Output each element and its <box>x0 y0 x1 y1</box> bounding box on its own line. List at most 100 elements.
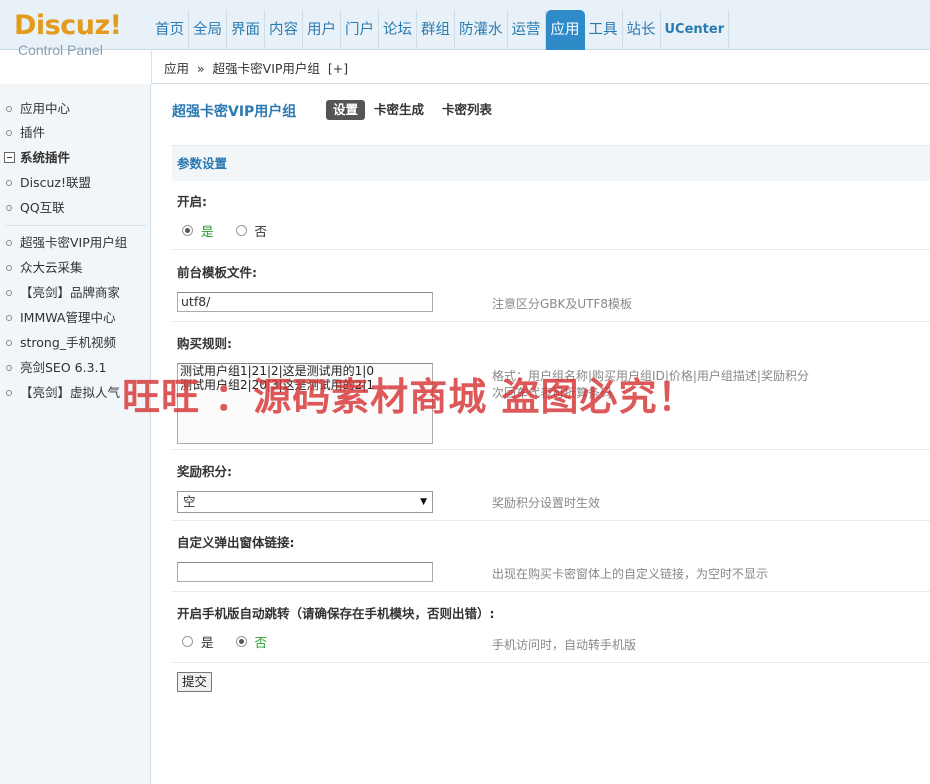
enable-yes-radio[interactable] <box>182 225 193 236</box>
template-label: 前台模板文件: <box>177 265 257 280</box>
mobile-jump-no-radio[interactable] <box>235 636 247 647</box>
enable-no-radio[interactable] <box>235 225 247 236</box>
mobile-jump-no-label[interactable]: 否 <box>255 632 268 651</box>
sidebar-item-label: 插件 <box>20 125 46 140</box>
row-divider <box>172 321 930 322</box>
tab-card-list[interactable]: 卡密列表 <box>442 100 492 120</box>
sidebar-item-label: 系统插件 <box>20 150 71 165</box>
bullet-icon <box>6 105 12 112</box>
sidebar-item-label: strong_手机视频 <box>20 335 117 350</box>
nav-home[interactable]: 首页 <box>151 10 189 50</box>
bullet-icon <box>6 314 12 321</box>
template-input[interactable]: utf8/ <box>177 292 433 312</box>
enable-no-label[interactable]: 否 <box>255 221 268 240</box>
sidebar-item-plugins[interactable]: 插件 <box>6 123 45 143</box>
bullet-icon <box>6 264 12 271</box>
top-header: Discuz! Control Panel 首页 全局 界面 内容 用户 门户 … <box>0 0 930 58</box>
reward-select-value: 空 <box>183 494 196 509</box>
row-divider <box>172 520 930 521</box>
breadcrumb-separator: » <box>197 61 205 76</box>
rules-hint-line2: 次回车代表可折算条码 <box>492 386 613 400</box>
popup-link-label: 自定义弹出窗体链接: <box>177 535 295 550</box>
nav-webmaster[interactable]: 站长 <box>623 10 661 50</box>
section-title: 参数设置 <box>172 145 930 181</box>
sidebar-item-qq-connect[interactable]: QQ互联 <box>6 198 65 218</box>
sidebar-item-label: 【亮剑】虚拟人气 <box>20 385 121 400</box>
reward-label: 奖励积分: <box>177 464 232 479</box>
nav-portal[interactable]: 门户 <box>341 10 379 50</box>
rules-textarea[interactable]: 测试用户组1|21|2|这是测试用的1|0 测试用户组2|20|3|这是测试用的… <box>177 363 433 444</box>
sidebar-item-brand-merchant[interactable]: 【亮剑】品牌商家 <box>6 283 120 303</box>
sidebar-item-label: QQ互联 <box>20 200 65 215</box>
nav-tools[interactable]: 工具 <box>585 10 623 50</box>
sidebar-item-mobile-video[interactable]: strong_手机视频 <box>6 333 116 353</box>
row-divider <box>172 591 930 592</box>
row-divider <box>172 249 930 250</box>
submit-button[interactable]: 提交 <box>177 672 213 692</box>
sidebar-item-label: 超强卡密VIP用户组 <box>20 235 128 250</box>
sidebar-item-vip-card[interactable]: 超强卡密VIP用户组 <box>6 233 127 253</box>
reward-hint: 奖励积分设置时生效 <box>492 496 601 510</box>
popup-link-hint: 出现在购买卡密窗体上的自定义链接，为空时不显示 <box>492 567 769 581</box>
sidebar-item-label: 应用中心 <box>20 101 71 116</box>
rules-hint-line1: 格式：用户组名称|购买用户组ID|价格|用户组描述|奖励积分 <box>492 369 809 383</box>
sidebar-group-system-plugins[interactable]: 系统插件 <box>4 148 70 168</box>
tab-settings[interactable]: 设置 <box>326 100 366 120</box>
tab-card-generate[interactable]: 卡密生成 <box>374 100 424 120</box>
plugin-tabs: 设置 卡密生成 卡密列表 <box>326 100 510 120</box>
main-content: 超强卡密VIP用户组 设置 卡密生成 卡密列表 参数设置 开启: 是 否 前台模… <box>152 85 930 784</box>
breadcrumb: 应用 » 超强卡密VIP用户组 [+] <box>151 51 930 84</box>
bullet-icon <box>6 339 12 346</box>
nav-groups[interactable]: 群组 <box>417 10 455 50</box>
enable-label: 开启: <box>177 194 207 209</box>
logo-text: Discuz! <box>14 10 122 41</box>
nav-operations[interactable]: 运营 <box>508 10 546 50</box>
sidebar-item-seo[interactable]: 亮剑SEO 6.3.1 <box>6 358 106 378</box>
nav-interface[interactable]: 界面 <box>227 10 265 50</box>
sidebar-item-label: 【亮剑】品牌商家 <box>20 285 121 300</box>
bullet-icon <box>6 289 12 296</box>
enable-yes-label[interactable]: 是 <box>201 221 214 240</box>
template-hint: 注意区分GBK及UTF8模板 <box>492 297 633 311</box>
sidebar-item-label: Discuz!联盟 <box>20 175 91 190</box>
plugin-title: 超强卡密VIP用户组 <box>172 104 297 120</box>
sidebar-item-app-center[interactable]: 应用中心 <box>6 99 70 119</box>
sidebar-item-label: 众大云采集 <box>20 260 83 275</box>
row-divider <box>172 449 930 450</box>
breadcrumb-add-button[interactable]: [+] <box>328 61 348 76</box>
sidebar-item-label: IMMWA管理中心 <box>20 310 116 325</box>
bullet-icon <box>6 129 12 136</box>
mobile-jump-hint: 手机访问时，自动转手机版 <box>492 638 637 652</box>
nav-apps[interactable]: 应用 <box>545 10 585 50</box>
sidebar-item-zhongda-collect[interactable]: 众大云采集 <box>6 258 83 278</box>
sidebar-item-label: 亮剑SEO 6.3.1 <box>20 360 107 375</box>
bullet-icon <box>6 364 12 371</box>
bullet-icon <box>6 239 12 246</box>
bullet-icon <box>6 389 12 396</box>
popup-link-input[interactable] <box>177 562 433 582</box>
row-divider <box>172 662 930 663</box>
nav-antispam[interactable]: 防灌水 <box>455 10 508 50</box>
rules-label: 购买规则: <box>177 336 232 351</box>
mobile-jump-label: 开启手机版自动跳转（请确保存在手机模块，否则出错）: <box>177 606 495 621</box>
mobile-jump-yes-label[interactable]: 是 <box>201 632 214 651</box>
sidebar-divider <box>6 225 146 226</box>
nav-users[interactable]: 用户 <box>303 10 341 50</box>
sidebar-item-immwa[interactable]: IMMWA管理中心 <box>6 308 115 328</box>
enable-radio-group: 是 否 <box>182 221 289 240</box>
nav-forum[interactable]: 论坛 <box>379 10 417 50</box>
sidebar-item-virtual-popularity[interactable]: 【亮剑】虚拟人气 <box>6 383 120 403</box>
discuz-logo[interactable]: Discuz! Control Panel <box>14 10 144 62</box>
nav-global[interactable]: 全局 <box>189 10 227 50</box>
nav-content[interactable]: 内容 <box>265 10 303 50</box>
breadcrumb-plugin: 超强卡密VIP用户组 <box>212 61 320 76</box>
collapse-icon[interactable] <box>4 152 15 163</box>
bullet-icon <box>6 179 12 186</box>
logo-subtitle: Control Panel <box>18 42 103 58</box>
bullet-icon <box>6 204 12 211</box>
mobile-jump-yes-radio[interactable] <box>182 636 193 647</box>
nav-ucenter[interactable]: UCenter <box>661 10 730 50</box>
sidebar-item-discuz-union[interactable]: Discuz!联盟 <box>6 173 91 193</box>
reward-select[interactable]: 空 ▼ <box>177 491 433 513</box>
breadcrumb-apps[interactable]: 应用 <box>164 61 189 76</box>
